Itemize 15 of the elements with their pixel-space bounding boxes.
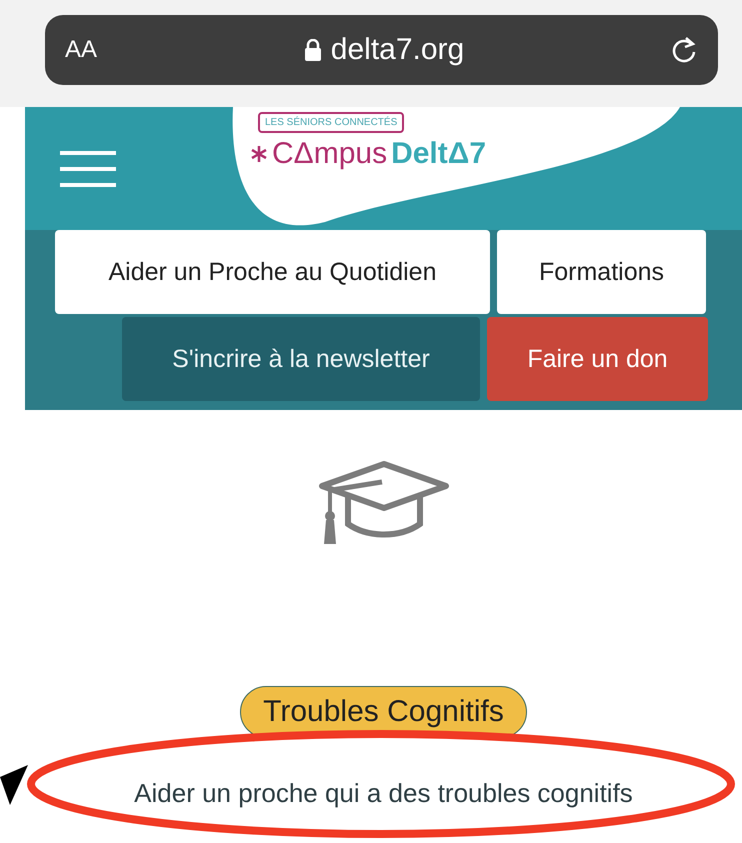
nav-button[interactable]: S'incrire à la newsletter <box>122 317 480 401</box>
graduation-cap-icon <box>318 460 450 546</box>
asterisk-icon <box>250 145 268 163</box>
logo-tagline: LES SÉNIORS CONNECTÉS <box>258 112 404 133</box>
nav-button[interactable]: Aider un Proche au Quotidien <box>55 230 490 314</box>
text-size-button[interactable]: AA <box>65 36 98 64</box>
address-bar[interactable]: AA delta7.org <box>45 15 718 85</box>
lock-icon <box>304 39 321 61</box>
page-title: Aider un proche qui a des troubles cognitifs <box>134 778 633 809</box>
menu-icon[interactable] <box>60 150 116 186</box>
url-text[interactable]: delta7.org <box>330 33 464 67</box>
nav-button[interactable]: Faire un don <box>487 317 708 401</box>
logo-text[interactable]: CΔmpus <box>272 137 388 171</box>
reload-icon[interactable] <box>672 35 698 65</box>
nav-button[interactable]: Formations <box>497 230 706 314</box>
